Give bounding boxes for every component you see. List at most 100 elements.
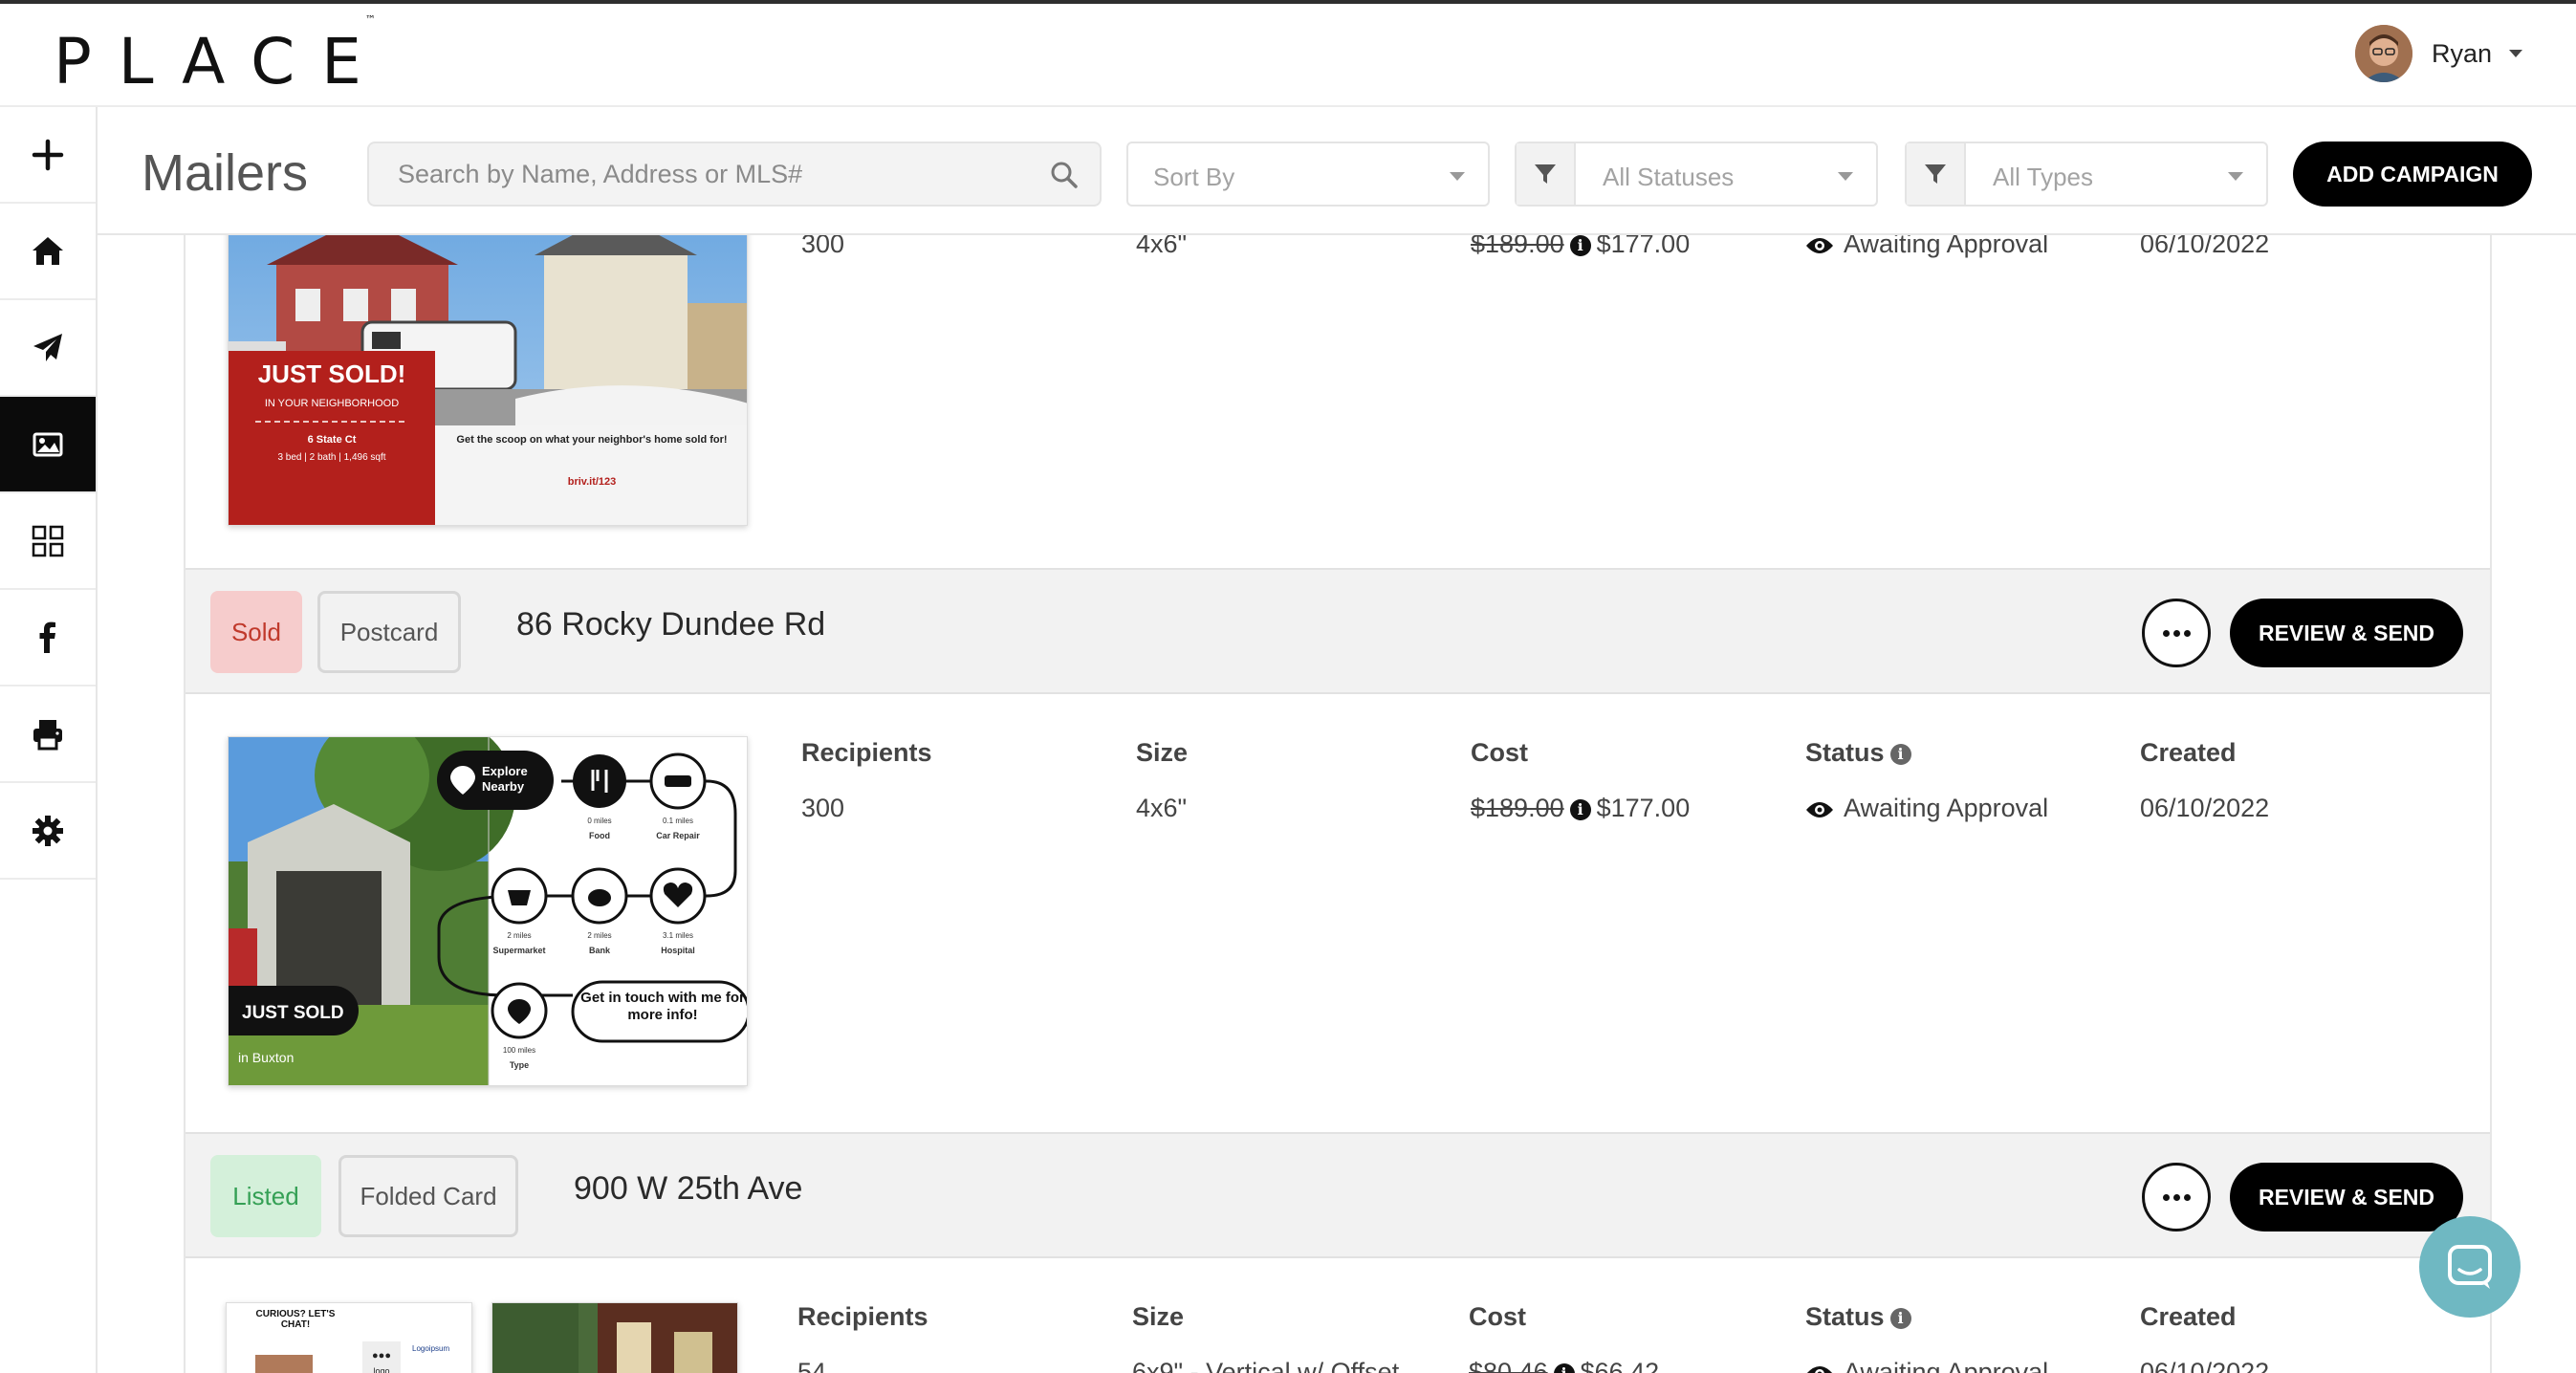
card-promo: Get the scoop on what your neighbor's ho… <box>456 434 728 446</box>
card-cta: CURIOUS? LET'S CHAT! <box>255 1309 336 1330</box>
original-cost: $80.46 <box>1469 1358 1548 1373</box>
paper-plane-icon <box>33 333 62 361</box>
status-filter-box <box>1517 143 1576 205</box>
sort-label: Sort By <box>1153 163 1235 191</box>
cost-header: Cost <box>1471 738 1528 767</box>
recipients-value: 54 <box>797 1358 827 1373</box>
page-header: Mailers Sort By All Statuses All Types A… <box>98 107 2576 235</box>
chevron-down-icon <box>1450 172 1465 181</box>
sort-dropdown[interactable]: Sort By <box>1126 142 1490 207</box>
status-text: Awaiting Approval <box>1844 235 2049 258</box>
status-value: Awaiting Approval <box>1805 1358 2048 1373</box>
chat-launcher-button[interactable] <box>2419 1216 2521 1318</box>
sidebar-item-settings[interactable] <box>0 783 96 880</box>
mailer-preview-image[interactable]: JUST SOLD! IN YOUR NEIGHBORHOOD 6 State … <box>228 235 748 526</box>
card-location: in Buxton <box>238 1050 294 1065</box>
card-address: 6 State Ct <box>308 434 357 446</box>
explore-label: Explore <box>482 764 528 778</box>
amenity-name: Supermarket <box>492 946 545 955</box>
chat-icon <box>2448 1245 2492 1289</box>
plus-icon <box>32 139 64 170</box>
add-campaign-button[interactable]: ADD CAMPAIGN <box>2293 142 2532 207</box>
size-header: Size <box>1136 738 1189 767</box>
filter-icon <box>1535 164 1556 184</box>
status-value: Awaiting Approval <box>1805 235 2048 259</box>
status-badge: Sold <box>210 591 302 673</box>
info-icon[interactable]: i <box>1889 1307 1911 1329</box>
mailer-address[interactable]: 900 W 25th Ave <box>574 1170 802 1208</box>
status-header: Status i <box>1805 1302 1917 1332</box>
sidebar-item-add[interactable] <box>0 107 96 204</box>
type-filter-box <box>1907 143 1966 205</box>
recipients-header: Recipients <box>797 1302 928 1331</box>
type-filter-label: All Types <box>1993 163 2094 191</box>
mailer-row-header: Listed Folded Card 900 W 25th Ave REVIEW… <box>186 1132 2490 1258</box>
chevron-down-icon <box>1838 172 1853 181</box>
type-badge: Folded Card <box>338 1155 518 1237</box>
status-filter-label: All Statuses <box>1603 163 1735 191</box>
info-icon[interactable]: i <box>1569 798 1591 820</box>
dot-icon <box>2172 1193 2180 1201</box>
mailer-list: JUST SOLD! IN YOUR NEIGHBORHOOD 6 State … <box>184 235 2492 1373</box>
folded-card-photo <box>492 1303 737 1373</box>
amenity-distance: 100 miles <box>503 1046 535 1055</box>
user-name: Ryan <box>2431 38 2492 68</box>
facebook-icon <box>39 621 55 653</box>
dot-icon <box>2183 629 2191 637</box>
search-input[interactable] <box>369 143 1100 205</box>
mailer-address[interactable]: 86 Rocky Dundee Rd <box>516 606 825 643</box>
original-cost: $189.00 <box>1471 794 1564 822</box>
discounted-cost: $177.00 <box>1596 794 1691 822</box>
sidebar-item-home[interactable] <box>0 204 96 300</box>
card-banner: JUST SOLD <box>242 1003 344 1023</box>
explore-nearby-postcard: Explore Nearby 0 miles Food 0.1 miles Ca… <box>229 737 747 1085</box>
recipients-value: 300 <box>801 235 845 258</box>
filter-icon <box>1925 164 1946 184</box>
amenity-distance: 0.1 miles <box>663 817 693 825</box>
cost-value: $189.00 i $177.00 <box>1471 794 1690 823</box>
created-value: 06/10/2022 <box>2140 1358 2270 1373</box>
review-send-button[interactable]: REVIEW & SEND <box>2230 1163 2463 1231</box>
status-header: Status i <box>1805 738 1917 768</box>
type-filter-dropdown[interactable]: All Types <box>1905 142 2268 207</box>
brand-name: PLACE <box>54 25 388 98</box>
search-box <box>367 142 1102 207</box>
review-send-button[interactable]: REVIEW & SEND <box>2230 599 2463 667</box>
brand-logo[interactable]: PLACE™ <box>54 13 399 98</box>
card-link: briv.it/123 <box>568 476 617 488</box>
sidebar-item-mailers[interactable] <box>0 397 96 493</box>
sidebar-item-send[interactable] <box>0 300 96 397</box>
chevron-down-icon <box>2509 50 2522 57</box>
mailer-preview-image[interactable]: Explore Nearby 0 miles Food 0.1 miles Ca… <box>228 736 748 1086</box>
sidebar-item-templates[interactable] <box>0 493 96 590</box>
more-actions-button[interactable] <box>2142 1163 2211 1231</box>
discounted-cost: $177.00 <box>1596 235 1691 258</box>
created-value: 06/10/2022 <box>2140 235 2270 258</box>
card-cta: Get in touch with me for more info! <box>580 990 745 1023</box>
nearby-label: Nearby <box>482 779 525 794</box>
info-icon[interactable]: i <box>1889 743 1911 765</box>
chevron-down-icon <box>2228 172 2243 181</box>
search-icon[interactable] <box>1050 161 1079 189</box>
user-menu[interactable]: Ryan <box>2354 25 2522 82</box>
amenity-name: Food <box>589 831 610 840</box>
card-subline: IN YOUR NEIGHBORHOOD <box>265 398 399 409</box>
status-filter-dropdown[interactable]: All Statuses <box>1515 142 1878 207</box>
amenity-distance: 0 miles <box>587 817 611 825</box>
recipients-value: 300 <box>801 794 845 822</box>
info-icon[interactable]: i <box>1569 235 1591 256</box>
sidebar <box>0 107 98 1373</box>
sidebar-item-facebook[interactable] <box>0 590 96 686</box>
mailer-preview-photo[interactable] <box>491 1302 738 1373</box>
more-actions-button[interactable] <box>2142 599 2211 667</box>
top-bar: PLACE™ Ryan <box>0 4 2576 107</box>
folded-card-front: CURIOUS? LET'S CHAT! ●●● logo Logoipsum <box>227 1303 471 1373</box>
mailer-preview-image[interactable]: CURIOUS? LET'S CHAT! ●●● logo Logoipsum <box>226 1302 472 1373</box>
created-header: Created <box>2140 738 2237 767</box>
svg-text:●●●: ●●● <box>372 1350 391 1362</box>
amenity-distance: 2 miles <box>507 931 531 940</box>
sidebar-item-print[interactable] <box>0 686 96 783</box>
info-icon[interactable]: i <box>1553 1362 1575 1373</box>
image-icon <box>33 432 63 456</box>
eye-icon <box>1806 801 1833 817</box>
